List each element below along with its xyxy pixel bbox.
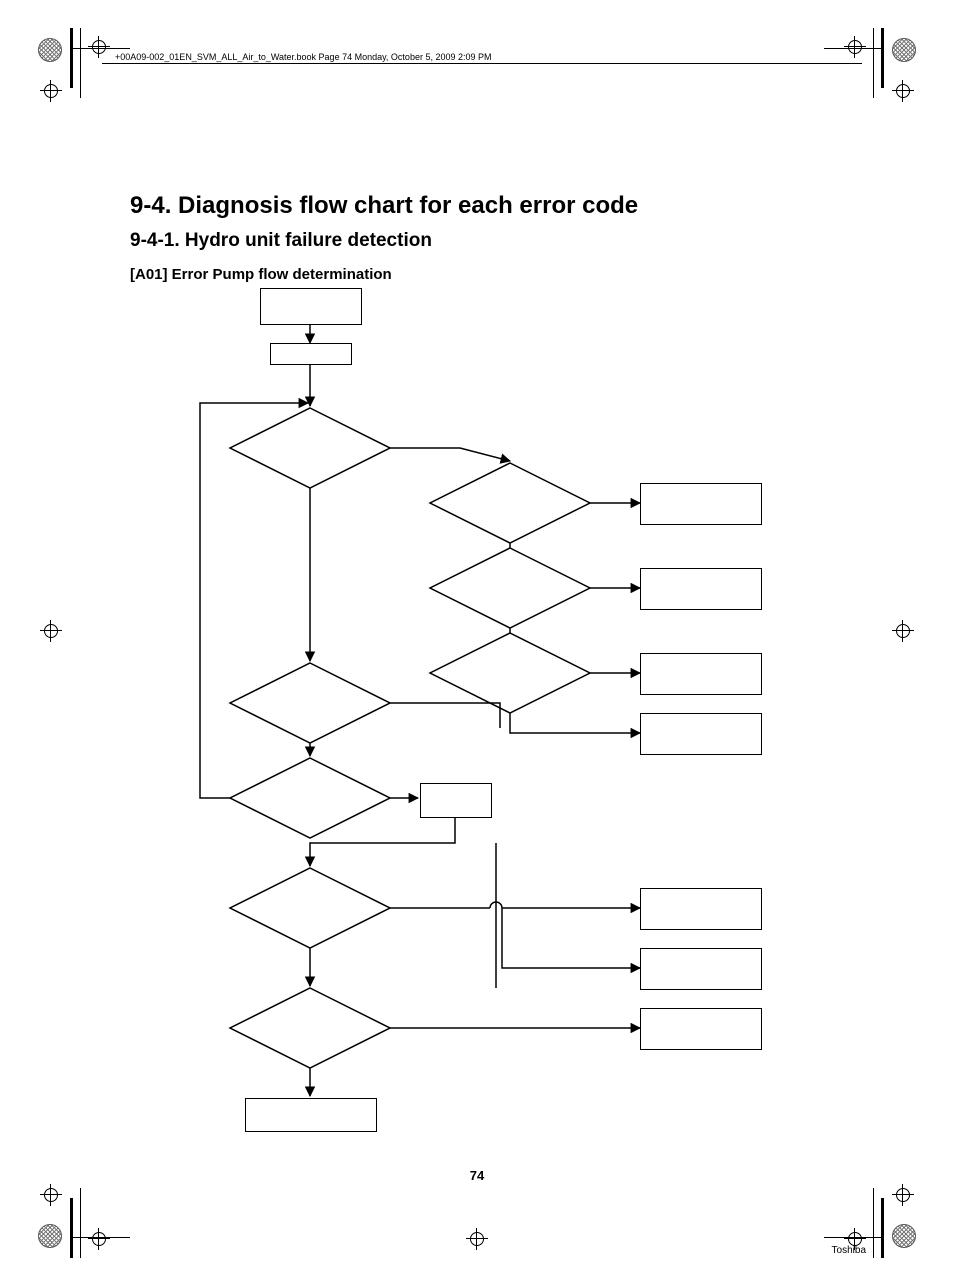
flow-node: [260, 288, 362, 325]
header-rule: [102, 63, 862, 64]
flowchart: [160, 288, 810, 1138]
brand-label: Toshiba: [832, 1245, 866, 1256]
flow-node: [640, 653, 762, 695]
flow-node: [640, 948, 762, 990]
flow-node: [640, 713, 762, 755]
flow-node: [640, 568, 762, 610]
subsection-title: 9-4-1. Hydro unit failure detection: [130, 230, 830, 252]
section-title: 9-4. Diagnosis flow chart for each error…: [130, 192, 830, 220]
flow-node: [245, 1098, 377, 1132]
running-header: +00A09-002_01EN_SVM_ALL_Air_to_Water.boo…: [115, 52, 492, 62]
item-title: [A01] Error Pump flow determination: [130, 266, 830, 283]
flow-node: [640, 1008, 762, 1050]
page-number: 74: [0, 1168, 954, 1183]
flow-node: [640, 483, 762, 525]
flow-node: [420, 783, 492, 818]
flow-node: [270, 343, 352, 365]
flow-node: [640, 888, 762, 930]
